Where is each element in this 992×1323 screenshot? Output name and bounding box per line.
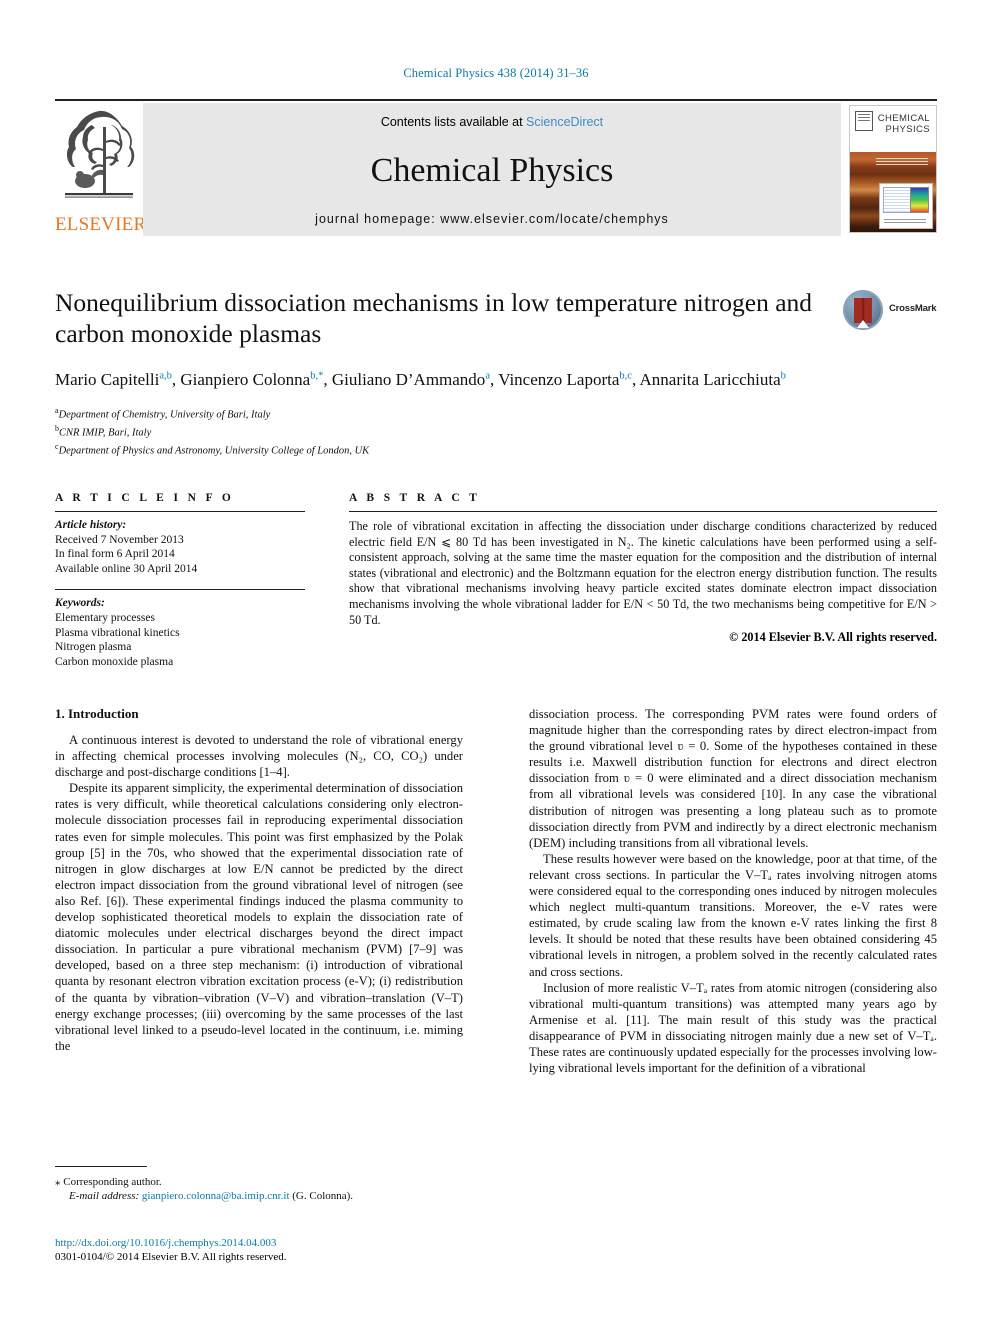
affiliation-item: cDepartment of Physics and Astronomy, Un… (55, 441, 370, 457)
journal-masthead: ELSEVIER Contents lists available at Sci… (55, 99, 937, 236)
corresponding-author-note: ⁎ Corresponding author. (55, 1176, 162, 1188)
history-item: In final form 6 April 2014 (55, 548, 175, 561)
elsevier-tree-icon (65, 110, 135, 198)
divider (55, 1166, 147, 1167)
crossmark-label: CrossMark (889, 303, 937, 314)
article-history-header: Article history: (55, 519, 127, 531)
body-column-left: 1. Introduction A continuous interest is… (55, 706, 463, 1076)
crossmark-badge[interactable]: CrossMark (843, 287, 937, 335)
author-affil-marker[interactable]: b (781, 370, 786, 381)
history-item: Available online 30 April 2014 (55, 562, 198, 575)
cover-inset-figure (879, 183, 933, 229)
author-item: Giuliano D’Ammandoa, (331, 369, 499, 389)
paragraph: Inclusion of more realistic V–Tₐ rates f… (529, 980, 937, 1076)
title-block: Nonequilibrium dissociation mechanisms i… (55, 287, 937, 458)
keyword-item: Carbon monoxide plasma (55, 655, 174, 668)
paragraph: dissociation process. The corresponding … (529, 707, 937, 850)
article-history: Article history: Received 7 November 201… (55, 512, 305, 576)
issn-copyright: 0301-0104/© 2014 Elsevier B.V. All right… (55, 1251, 287, 1263)
abstract-label: A B S T R A C T (349, 492, 481, 504)
author-affil-marker[interactable]: b,c (619, 370, 632, 381)
doi-link[interactable]: http://dx.doi.org/10.1016/j.chemphys.201… (55, 1236, 515, 1250)
cover-elsevier-mark-icon (855, 111, 873, 131)
history-item: Received 7 November 2013 (55, 533, 184, 546)
cover-art: CHEMICAL PHYSICS (849, 105, 937, 233)
email-note: E-mail address: gianpiero.colonna@ba.imi… (55, 1189, 463, 1203)
info-abstract-block: A R T I C L E I N F O Article history: R… (55, 492, 937, 669)
crossmark-icon (843, 290, 883, 330)
affiliation-item: aDepartment of Chemistry, University of … (55, 405, 271, 421)
affiliation-item: bCNR IMIP, Bari, Italy (55, 423, 152, 439)
masthead-center: Contents lists available at ScienceDirec… (143, 103, 841, 236)
body-column-right: dissociation process. The corresponding … (529, 706, 937, 1076)
footnote-block: ⁎ Corresponding author. E-mail address: … (55, 1166, 463, 1203)
paragraph: Despite its apparent simplicity, the exp… (55, 781, 463, 1053)
keyword-item: Elementary processes (55, 611, 155, 624)
keywords-block: Keywords: Elementary processes Plasma vi… (55, 590, 305, 669)
article-info-label: A R T I C L E I N F O (55, 492, 235, 504)
section-heading-introduction: 1. Introduction (55, 706, 139, 721)
email-owner: (G. Colonna). (292, 1190, 354, 1202)
author-list: Mario Capitellia,b, Gianpiero Colonnab,*… (55, 364, 855, 392)
author-item: Vincenzo Laportab,c, (498, 369, 640, 389)
paragraph: A continuous interest is devoted to unde… (55, 733, 463, 780)
journal-cover-thumbnail: CHEMICAL PHYSICS (841, 103, 937, 236)
corresponding-marker: ⁎ (55, 1176, 61, 1188)
author-item: Annarita Laricchiutab (639, 369, 786, 389)
doi-block: http://dx.doi.org/10.1016/j.chemphys.201… (55, 1236, 515, 1264)
elsevier-wordmark: ELSEVIER (55, 214, 147, 235)
abstract-column: A B S T R A C T The role of vibrational … (349, 492, 937, 669)
keyword-item: Nitrogen plasma (55, 641, 132, 654)
keywords-header: Keywords: (55, 597, 105, 610)
keyword-item: Plasma vibrational kinetics (55, 626, 180, 639)
abstract-text: The role of vibrational excitation in af… (349, 519, 937, 627)
article-info-column: A R T I C L E I N F O Article history: R… (55, 492, 305, 669)
author-item: Gianpiero Colonnab,*, (180, 369, 332, 389)
sciencedirect-link[interactable]: ScienceDirect (526, 115, 603, 129)
contents-prefix: Contents lists available at (380, 115, 527, 129)
elsevier-logo: ELSEVIER (55, 103, 147, 236)
author-affil-marker[interactable]: b,* (310, 370, 323, 381)
affiliation-list: aDepartment of Chemistry, University of … (55, 404, 937, 458)
email-label: E-mail address: (69, 1190, 140, 1202)
paragraph: These results however were based on the … (529, 851, 937, 979)
author-item: Mario Capitellia,b, (55, 369, 181, 389)
cover-journal-name: CHEMICAL PHYSICS (877, 113, 930, 135)
email-link[interactable]: gianpiero.colonna@ba.imip.cnr.it (142, 1190, 290, 1202)
author-affil-marker[interactable]: a,b (159, 370, 172, 381)
abstract-copyright: © 2014 Elsevier B.V. All rights reserved… (729, 630, 937, 645)
journal-homepage[interactable]: journal homepage: www.elsevier.com/locat… (315, 212, 669, 226)
body-columns: 1. Introduction A continuous interest is… (55, 706, 937, 1076)
article-page: Chemical Physics 438 (2014) 31–36 ELSEVI… (0, 0, 992, 1323)
running-head: Chemical Physics 438 (2014) 31–36 (403, 66, 589, 80)
page-title: Nonequilibrium dissociation mechanisms i… (55, 288, 813, 348)
journal-title: Chemical Physics (370, 151, 614, 189)
contents-line: Contents lists available at ScienceDirec… (381, 115, 603, 129)
